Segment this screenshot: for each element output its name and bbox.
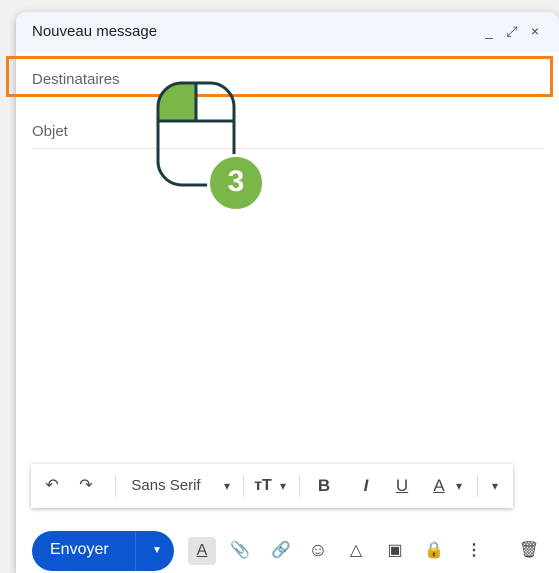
subject-placeholder: Objet bbox=[32, 123, 68, 140]
redo-icon[interactable]: ↷ bbox=[73, 464, 99, 508]
drive-icon[interactable]: △ bbox=[343, 537, 369, 565]
toolbar-divider bbox=[477, 475, 478, 497]
italic-button[interactable]: I bbox=[353, 464, 379, 508]
photo-icon[interactable]: ▣ bbox=[382, 537, 408, 565]
more-options-icon[interactable]: ⋮ bbox=[461, 537, 487, 565]
bold-button[interactable]: B bbox=[311, 464, 337, 508]
emoji-icon[interactable]: ☺ bbox=[305, 537, 331, 565]
font-dropdown-icon[interactable]: ▾ bbox=[217, 464, 237, 508]
toolbar-divider bbox=[115, 475, 116, 497]
discard-icon[interactable]: 🗑 bbox=[516, 537, 542, 565]
undo-icon[interactable]: ↶ bbox=[39, 464, 65, 508]
more-formatting-icon[interactable]: ▾ bbox=[483, 464, 507, 508]
expand-icon[interactable]: ⤢ bbox=[502, 20, 522, 42]
font-family-select[interactable]: Sans Serif bbox=[123, 464, 209, 508]
confidential-mode-icon[interactable]: 🔒 bbox=[421, 537, 447, 565]
step-number-badge: 3 bbox=[207, 154, 265, 212]
minimize-icon[interactable]: _ bbox=[479, 20, 499, 42]
attach-icon[interactable]: 📎 bbox=[227, 537, 253, 565]
compose-title: Nouveau message bbox=[32, 23, 158, 40]
formatting-options-button[interactable]: A bbox=[188, 537, 216, 565]
size-dropdown-icon[interactable]: ▾ bbox=[275, 464, 291, 508]
font-size-icon[interactable]: тT bbox=[251, 464, 275, 508]
subject-field[interactable]: Objet bbox=[32, 114, 542, 149]
close-icon[interactable]: × bbox=[525, 20, 545, 42]
compose-header[interactable]: Nouveau message _ ⤢ × bbox=[16, 12, 559, 52]
toolbar-divider bbox=[243, 475, 244, 497]
recipients-field[interactable]: Destinataires bbox=[32, 62, 542, 97]
text-color-button[interactable]: A bbox=[427, 464, 451, 508]
color-dropdown-icon[interactable]: ▾ bbox=[451, 464, 467, 508]
send-options-icon[interactable]: ▼ bbox=[144, 531, 170, 571]
send-label: Envoyer bbox=[50, 541, 109, 558]
recipients-placeholder: Destinataires bbox=[32, 71, 120, 88]
send-divider bbox=[135, 531, 136, 571]
underline-button[interactable]: U bbox=[389, 464, 415, 508]
link-icon[interactable]: 🔗 bbox=[268, 537, 294, 565]
formatting-toolbar: ↶ ↷ Sans Serif ▾ тT ▾ B I U A ▾ ▾ bbox=[31, 464, 513, 508]
toolbar-divider bbox=[299, 475, 300, 497]
send-button[interactable]: Envoyer ▼ bbox=[32, 531, 174, 571]
